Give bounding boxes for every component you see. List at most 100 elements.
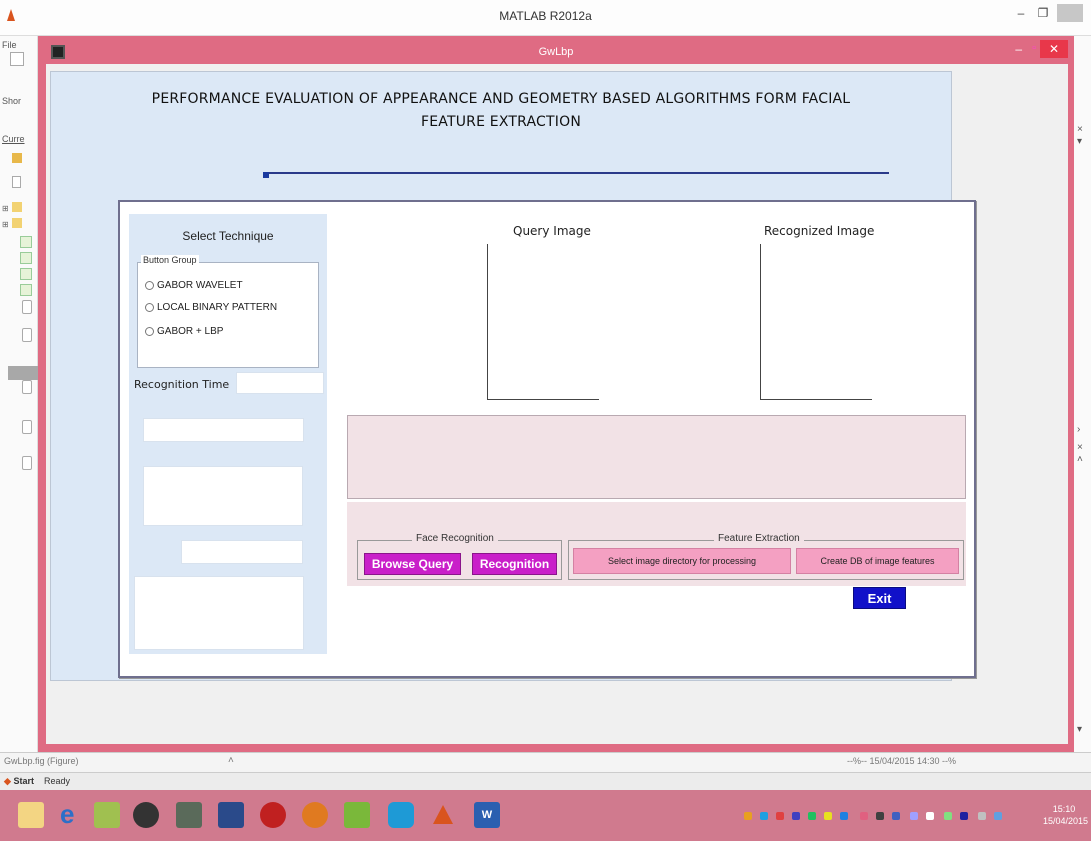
m-file-icon[interactable] <box>22 328 32 342</box>
app-title-line2: FEATURE EXTRACTION <box>421 114 581 130</box>
recognized-image-label: Recognized Image <box>764 224 875 238</box>
exit-button[interactable]: Exit <box>853 587 906 609</box>
taskbar: e W 15:10 15/04/2015 <box>0 790 1091 841</box>
query-image-axes <box>487 244 599 400</box>
fig-file-icon[interactable] <box>20 268 32 280</box>
chevron-right-icon[interactable]: › <box>1077 424 1080 435</box>
chevron-down-icon[interactable]: ▾ <box>1077 136 1082 147</box>
matlab-window-controls: – ❐ <box>1013 4 1083 22</box>
expand-icon[interactable]: ⊞ <box>2 204 9 213</box>
result-field[interactable] <box>143 418 304 442</box>
result-field[interactable] <box>143 466 303 526</box>
history-entry: --%-- 15/04/2015 14:30 --% <box>847 756 957 766</box>
minimize-icon[interactable]: – <box>1015 42 1022 56</box>
restore-icon[interactable]: ❐ <box>1035 6 1051 20</box>
minimize-icon[interactable]: – <box>1013 6 1029 20</box>
taskbar-clock[interactable]: 15:10 15/04/2015 <box>1043 803 1088 827</box>
feature-extraction-legend: Feature Extraction <box>714 533 804 544</box>
file-icon[interactable] <box>12 176 21 188</box>
app-icon[interactable] <box>218 802 244 828</box>
close-icon[interactable]: ✕ <box>1040 40 1068 58</box>
result-field[interactable] <box>181 540 303 564</box>
m-file-icon[interactable] <box>22 456 32 470</box>
tray-icon[interactable] <box>994 812 1002 820</box>
radio-label: GABOR + LBP <box>157 326 224 337</box>
volume-icon[interactable] <box>926 812 934 820</box>
figure-title: GwLbp <box>538 46 574 58</box>
file-explorer-icon[interactable] <box>18 802 44 828</box>
start-icon: ◆ <box>4 776 11 786</box>
folder-icon[interactable] <box>12 202 22 212</box>
query-image-label: Query Image <box>513 224 591 238</box>
radio-local-binary-pattern[interactable]: LOCAL BINARY PATTERN <box>145 302 277 313</box>
internet-explorer-icon[interactable]: e <box>60 801 86 828</box>
tray-icon[interactable] <box>892 812 900 820</box>
app-icon[interactable] <box>176 802 202 828</box>
recognition-time-label: Recognition Time <box>134 378 230 391</box>
tray-icon[interactable] <box>840 812 848 820</box>
m-file-icon[interactable] <box>22 420 32 434</box>
radio-circle-icon[interactable] <box>145 303 154 312</box>
radio-label: GABOR WAVELET <box>157 280 243 291</box>
network-icon[interactable] <box>910 812 918 820</box>
result-field[interactable] <box>134 576 304 650</box>
tray-icon[interactable] <box>792 812 800 820</box>
face-recognition-legend: Face Recognition <box>412 533 498 544</box>
recognized-image-axes <box>760 244 872 400</box>
recognition-button[interactable]: Recognition <box>472 553 557 575</box>
folder-icon[interactable] <box>12 153 22 163</box>
firefox-icon[interactable] <box>302 802 328 828</box>
browse-query-button[interactable]: Browse Query <box>364 553 461 575</box>
app-icon[interactable] <box>344 802 370 828</box>
app-icon[interactable] <box>94 802 120 828</box>
close-icon[interactable]: × <box>1077 124 1083 135</box>
tray-icon[interactable] <box>960 812 968 820</box>
chevron-up-icon[interactable]: ˄ <box>1077 454 1083 465</box>
chevron-up-icon[interactable]: ˄ <box>228 755 234 766</box>
media-player-icon[interactable] <box>133 802 159 828</box>
new-file-icon[interactable] <box>10 52 24 66</box>
selected-file-highlight[interactable] <box>8 366 38 380</box>
matlab-left-panel: File Shor Curre ⊞ ⊞ <box>0 36 38 756</box>
start-button[interactable]: ◆ Start <box>4 776 34 787</box>
app-icon[interactable] <box>260 802 286 828</box>
select-image-directory-button[interactable]: Select image directory for processing <box>573 548 791 574</box>
shortcuts-label: Shor <box>2 96 22 106</box>
matlab-bottom-bar: GwLbp.fig (Figure) ˄ --%-- 15/04/2015 14… <box>0 752 1091 772</box>
maximize-icon[interactable]: ▫ <box>1032 42 1036 54</box>
tray-icon[interactable] <box>978 812 986 820</box>
tray-icon[interactable] <box>776 812 784 820</box>
radio-gabor-lbp[interactable]: GABOR + LBP <box>145 326 223 337</box>
fig-file-icon[interactable] <box>20 284 32 296</box>
title-underline-marker <box>263 172 269 178</box>
matlab-taskbar-icon[interactable] <box>430 802 456 828</box>
word-icon[interactable]: W <box>474 802 500 828</box>
radio-circle-icon[interactable] <box>145 281 154 290</box>
menu-file[interactable]: File <box>2 40 17 50</box>
tray-icon[interactable] <box>808 812 816 820</box>
tray-icon[interactable] <box>760 812 768 820</box>
radio-label: LOCAL BINARY PATTERN <box>157 302 278 313</box>
m-file-icon[interactable] <box>22 380 32 394</box>
chevron-down-icon[interactable]: ▾ <box>1077 724 1082 735</box>
close-icon[interactable] <box>1057 4 1083 22</box>
m-file-icon[interactable] <box>22 300 32 314</box>
fig-file-icon[interactable] <box>20 236 32 248</box>
tray-icon[interactable] <box>876 812 884 820</box>
recognition-time-field[interactable] <box>236 372 324 394</box>
close-icon[interactable]: × <box>1077 442 1083 453</box>
tray-icon[interactable] <box>860 812 868 820</box>
expand-icon[interactable]: ⊞ <box>2 220 9 229</box>
tray-icon[interactable] <box>944 812 952 820</box>
status-text: Ready <box>44 776 71 786</box>
fig-file-icon[interactable] <box>20 252 32 264</box>
current-folder-label: Curre <box>2 134 25 144</box>
button-group-legend: Button Group <box>141 255 199 265</box>
create-db-button[interactable]: Create DB of image features <box>796 548 959 574</box>
radio-circle-icon[interactable] <box>145 327 154 336</box>
tray-icon[interactable] <box>824 812 832 820</box>
radio-gabor-wavelet[interactable]: GABOR WAVELET <box>145 280 243 291</box>
tray-icon[interactable] <box>744 812 752 820</box>
skype-icon[interactable] <box>388 802 414 828</box>
folder-icon[interactable] <box>12 218 22 228</box>
